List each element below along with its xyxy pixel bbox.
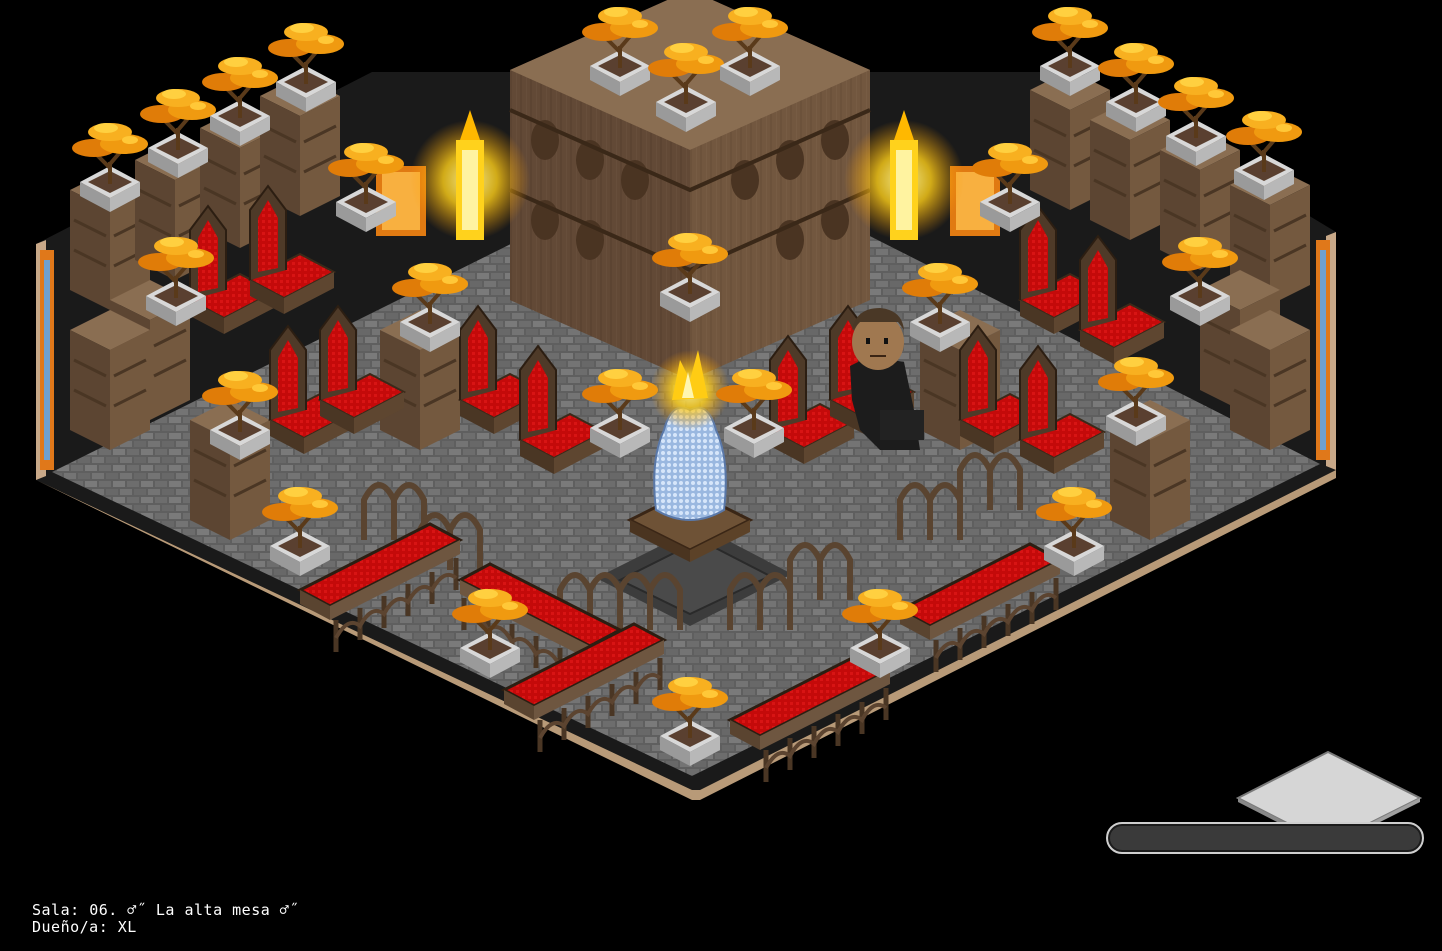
room-owner-label: Dueño/a: [32, 918, 109, 936]
chat-bar[interactable] [1106, 822, 1424, 854]
room-viewport[interactable] [0, 0, 1442, 951]
room-info: Sala: 06. ♂˝ La alta mesa ♂˝ Dueño/a: XL [32, 902, 299, 936]
room-name-label: Sala: [32, 901, 80, 919]
room-owner-value: XL [117, 918, 137, 936]
room-name-value: 06. ♂˝ La alta mesa ♂˝ [89, 901, 299, 919]
room-name-line: Sala: 06. ♂˝ La alta mesa ♂˝ [32, 902, 299, 919]
room-owner-line: Dueño/a: XL [32, 919, 299, 936]
